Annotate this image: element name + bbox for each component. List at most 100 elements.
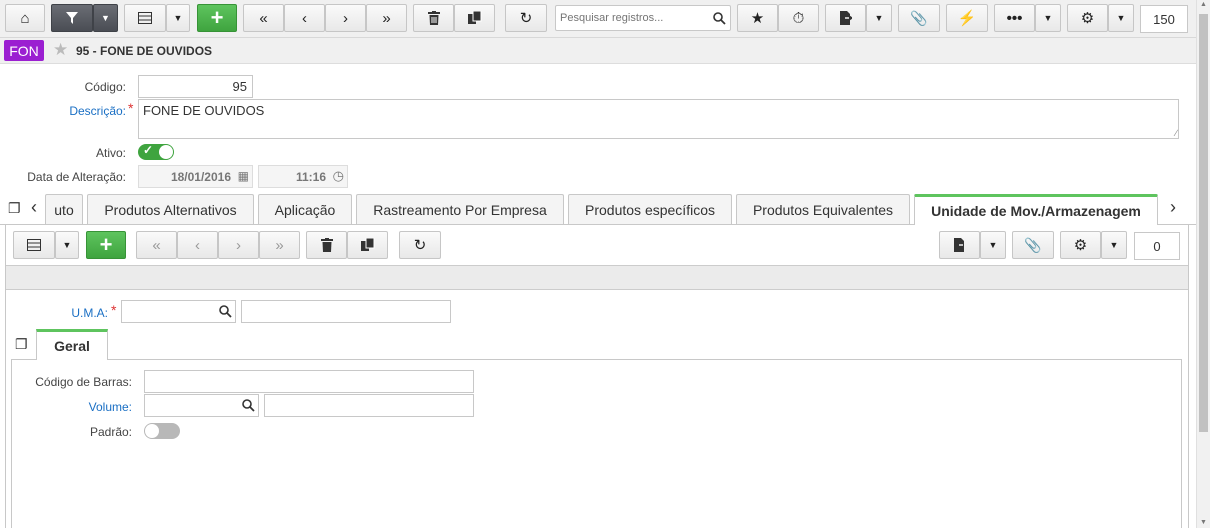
- scrollbar-thumb[interactable]: [1199, 14, 1208, 432]
- prev-record-button[interactable]: ‹: [284, 4, 325, 32]
- document-export-icon: [953, 238, 964, 252]
- descricao-value: FONE DE OUVIDOS: [143, 103, 265, 118]
- filter-button[interactable]: [51, 4, 93, 32]
- tab-scroll-right-icon[interactable]: ›: [1170, 197, 1176, 218]
- tab-scroll-left-icon[interactable]: ‹: [31, 197, 37, 218]
- search-input[interactable]: [560, 9, 708, 27]
- uma-description-field[interactable]: [241, 300, 451, 323]
- chevron-down-icon: ▼: [1116, 13, 1126, 23]
- document-export-icon: [839, 11, 852, 25]
- first-record-button[interactable]: «: [243, 4, 284, 32]
- favorite-star-icon[interactable]: ★: [53, 40, 68, 60]
- record-count: 150: [1140, 5, 1188, 33]
- vertical-scrollbar[interactable]: ▲ ▼: [1196, 0, 1210, 528]
- toggle-knob: [145, 424, 159, 438]
- calendar-icon: ▦: [237, 169, 249, 183]
- chevron-left-icon: ‹: [195, 236, 200, 254]
- settings-button[interactable]: ⚙: [1067, 4, 1108, 32]
- tab-produto[interactable]: uto: [45, 194, 83, 224]
- copy-button[interactable]: [454, 4, 495, 32]
- gear-icon: ⚙: [1080, 10, 1095, 27]
- tab-label: uto: [54, 201, 74, 218]
- search-icon[interactable]: [242, 399, 255, 412]
- double-chevron-left-icon: «: [259, 9, 268, 27]
- codigo-field[interactable]: 95: [138, 75, 253, 98]
- sub-list-view-button[interactable]: [13, 231, 55, 259]
- search-icon[interactable]: [713, 12, 726, 25]
- sub-next-button: ›: [218, 231, 259, 259]
- plus-icon: +: [99, 232, 113, 257]
- tab-aplicacao[interactable]: Aplicação: [258, 194, 352, 224]
- favorite-button[interactable]: ★: [737, 4, 778, 32]
- tab-geral[interactable]: Geral: [36, 329, 108, 360]
- list-view-dropdown-button[interactable]: ▼: [166, 4, 190, 32]
- chevron-right-icon: ›: [236, 236, 241, 254]
- tab-unidade-mov-armazenagem[interactable]: Unidade de Mov./Armazenagem: [914, 194, 1158, 225]
- codigo-value: 95: [232, 79, 247, 94]
- copy-tabs-icon[interactable]: ❐: [15, 336, 28, 353]
- data-alteracao-label: Data de Alteração:: [27, 170, 126, 184]
- report-dropdown-button[interactable]: ▼: [866, 4, 892, 32]
- report-button[interactable]: [825, 4, 866, 32]
- sub-list-dropdown-button[interactable]: ▼: [55, 231, 79, 259]
- descricao-label: Descrição:: [10, 104, 126, 118]
- settings-dropdown-button[interactable]: ▼: [1108, 4, 1134, 32]
- chevron-down-icon: ▼: [988, 240, 998, 250]
- more-button[interactable]: •••: [994, 4, 1035, 32]
- tab-produtos-especificos[interactable]: Produtos específicos: [568, 194, 732, 224]
- refresh-button[interactable]: ↻: [505, 4, 547, 32]
- tab-produtos-alternativos[interactable]: Produtos Alternativos: [87, 194, 254, 224]
- codigo-barras-field[interactable]: [144, 370, 474, 393]
- sub-report-button[interactable]: [939, 231, 980, 259]
- chevron-down-icon: ▼: [173, 13, 183, 23]
- copy-tabs-icon[interactable]: ❐: [8, 200, 21, 217]
- sub-refresh-button[interactable]: ↻: [399, 231, 441, 259]
- chevron-down-icon: ▼: [1109, 240, 1119, 250]
- search-box: [555, 5, 731, 31]
- delete-button[interactable]: [413, 4, 454, 32]
- padrao-toggle[interactable]: [144, 423, 180, 439]
- timer-button[interactable]: ⏱: [778, 4, 819, 32]
- sub-copy-button[interactable]: [347, 231, 388, 259]
- sub-add-button[interactable]: +: [86, 231, 126, 259]
- chevron-down-icon: ▼: [62, 240, 72, 250]
- paperclip-icon: 📎: [910, 9, 928, 26]
- attachment-button[interactable]: 📎: [898, 4, 940, 32]
- required-marker: *: [111, 302, 117, 318]
- star-icon: ★: [750, 10, 765, 27]
- descricao-label-text: Descrição:: [69, 104, 126, 118]
- search-icon[interactable]: [219, 305, 232, 318]
- resize-handle-icon[interactable]: ∕: [1175, 128, 1177, 138]
- filter-icon: [66, 12, 78, 24]
- check-icon: ✓: [143, 143, 154, 157]
- scroll-down-icon[interactable]: ▼: [1200, 519, 1207, 526]
- volume-lookup-field[interactable]: [144, 394, 259, 417]
- ativo-toggle[interactable]: ✓: [138, 143, 174, 160]
- gear-icon: ⚙: [1073, 237, 1088, 254]
- home-button[interactable]: ⌂: [5, 4, 45, 32]
- tab-rastreamento[interactable]: Rastreamento Por Empresa: [356, 194, 564, 224]
- sub-delete-button[interactable]: [306, 231, 347, 259]
- filter-dropdown-button[interactable]: ▼: [93, 4, 118, 32]
- last-record-button[interactable]: »: [366, 4, 407, 32]
- tab-produtos-equivalentes[interactable]: Produtos Equivalentes: [736, 194, 910, 224]
- descricao-field[interactable]: FONE DE OUVIDOS ∕: [138, 99, 1179, 139]
- sub-attachment-button[interactable]: 📎: [1012, 231, 1054, 259]
- more-dropdown-button[interactable]: ▼: [1035, 4, 1061, 32]
- uma-lookup-field[interactable]: [121, 300, 236, 323]
- refresh-icon: ↻: [519, 10, 533, 27]
- list-view-button[interactable]: [124, 4, 166, 32]
- sub-report-dropdown-button[interactable]: ▼: [980, 231, 1006, 259]
- tab-label: Produtos Equivalentes: [752, 201, 894, 218]
- codigo-label: Código:: [84, 80, 126, 94]
- clock-icon: ◷: [332, 168, 344, 183]
- volume-description-field[interactable]: [264, 394, 474, 417]
- data-alteracao-date-field: 18/01/2016 ▦: [138, 165, 253, 188]
- actions-button[interactable]: ⚡: [946, 4, 988, 32]
- sub-settings-dropdown-button[interactable]: ▼: [1101, 231, 1127, 259]
- double-chevron-right-icon: »: [275, 236, 284, 254]
- sub-settings-button[interactable]: ⚙: [1060, 231, 1101, 259]
- scroll-up-icon[interactable]: ▲: [1200, 1, 1207, 8]
- next-record-button[interactable]: ›: [325, 4, 366, 32]
- add-button[interactable]: +: [197, 4, 237, 32]
